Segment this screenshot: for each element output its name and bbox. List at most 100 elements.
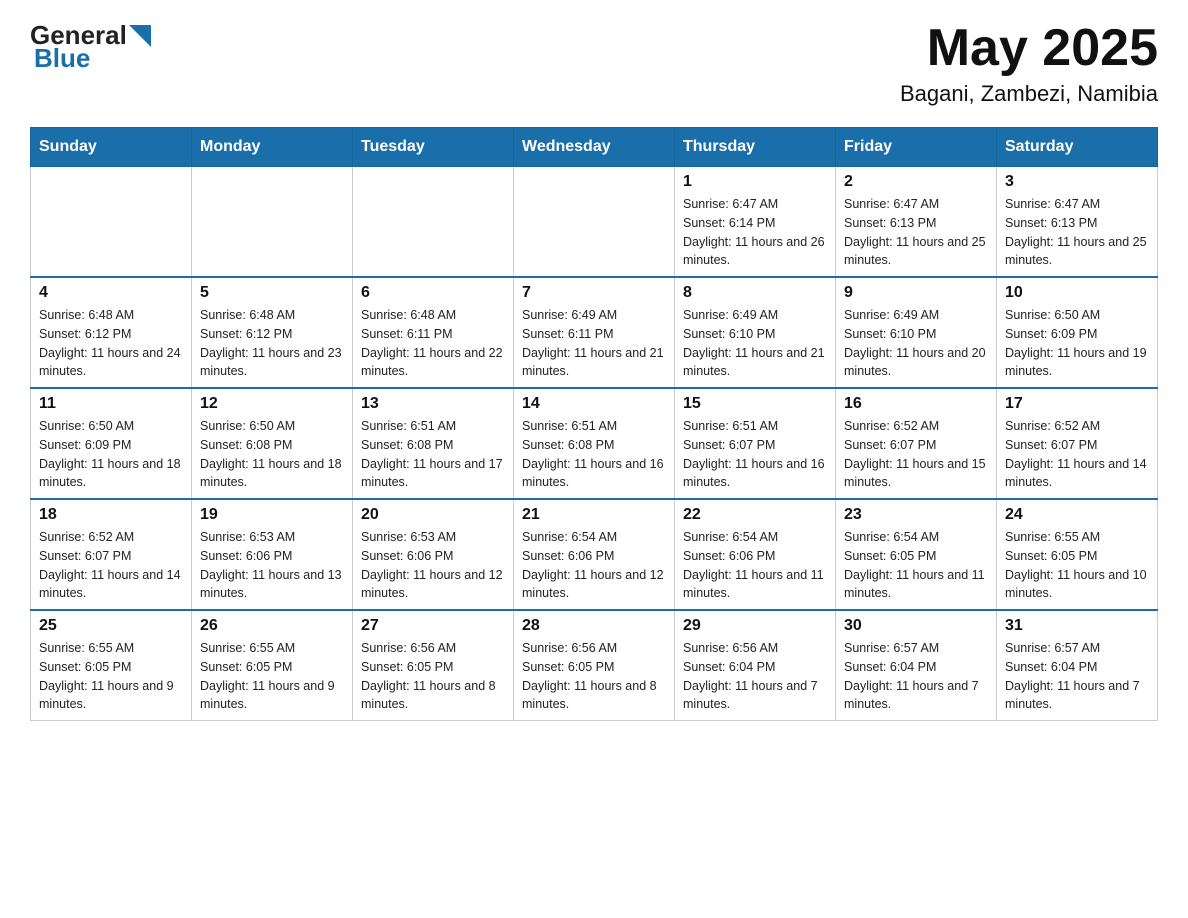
day-number: 29 bbox=[683, 617, 827, 635]
day-info: Sunrise: 6:56 AMSunset: 6:05 PMDaylight:… bbox=[522, 639, 666, 714]
day-info: Sunrise: 6:56 AMSunset: 6:04 PMDaylight:… bbox=[683, 639, 827, 714]
calendar-cell bbox=[192, 167, 353, 278]
weekday-header-friday: Friday bbox=[836, 128, 997, 167]
weekday-header-saturday: Saturday bbox=[997, 128, 1158, 167]
calendar-week-row: 11 Sunrise: 6:50 AMSunset: 6:09 PMDayligh… bbox=[31, 388, 1158, 499]
calendar-cell: 16 Sunrise: 6:52 AMSunset: 6:07 PMDayligh… bbox=[836, 388, 997, 499]
day-info: Sunrise: 6:47 AMSunset: 6:13 PMDaylight:… bbox=[844, 195, 988, 270]
weekday-header-wednesday: Wednesday bbox=[514, 128, 675, 167]
day-number: 2 bbox=[844, 173, 988, 191]
calendar-cell: 9Sunrise: 6:49 AMSunset: 6:10 PMDaylight… bbox=[836, 277, 997, 388]
day-number: 11 bbox=[39, 395, 183, 413]
calendar-cell: 18 Sunrise: 6:52 AMSunset: 6:07 PMDayligh… bbox=[31, 499, 192, 610]
location-title: Bagani, Zambezi, Namibia bbox=[900, 81, 1158, 107]
calendar-cell: 12 Sunrise: 6:50 AMSunset: 6:08 PMDayligh… bbox=[192, 388, 353, 499]
day-info: Sunrise: 6:49 AMSunset: 6:11 PMDaylight:… bbox=[522, 306, 666, 381]
calendar-cell: 26 Sunrise: 6:55 AMSunset: 6:05 PMDayligh… bbox=[192, 610, 353, 721]
day-info: Sunrise: 6:48 AMSunset: 6:11 PMDaylight:… bbox=[361, 306, 505, 381]
day-info: Sunrise: 6:52 AMSunset: 6:07 PMDaylight:… bbox=[39, 528, 183, 603]
calendar-cell: 31 Sunrise: 6:57 AMSunset: 6:04 PMDayligh… bbox=[997, 610, 1158, 721]
day-number: 7 bbox=[522, 284, 666, 302]
day-number: 31 bbox=[1005, 617, 1149, 635]
day-info: Sunrise: 6:55 AMSunset: 6:05 PMDaylight:… bbox=[1005, 528, 1149, 603]
day-number: 19 bbox=[200, 506, 344, 524]
day-number: 25 bbox=[39, 617, 183, 635]
day-number: 12 bbox=[200, 395, 344, 413]
day-number: 20 bbox=[361, 506, 505, 524]
day-number: 9 bbox=[844, 284, 988, 302]
calendar-cell: 28 Sunrise: 6:56 AMSunset: 6:05 PMDayligh… bbox=[514, 610, 675, 721]
logo: General Blue bbox=[30, 20, 151, 74]
day-number: 14 bbox=[522, 395, 666, 413]
calendar-cell: 6 Sunrise: 6:48 AMSunset: 6:11 PMDaylight… bbox=[353, 277, 514, 388]
calendar-cell: 22Sunrise: 6:54 AMSunset: 6:06 PMDayligh… bbox=[675, 499, 836, 610]
day-number: 5 bbox=[200, 284, 344, 302]
day-info: Sunrise: 6:50 AMSunset: 6:09 PMDaylight:… bbox=[1005, 306, 1149, 381]
calendar-week-row: 1 Sunrise: 6:47 AMSunset: 6:14 PMDaylight… bbox=[31, 167, 1158, 278]
day-info: Sunrise: 6:53 AMSunset: 6:06 PMDaylight:… bbox=[361, 528, 505, 603]
calendar-cell: 20 Sunrise: 6:53 AMSunset: 6:06 PMDayligh… bbox=[353, 499, 514, 610]
calendar-cell: 17 Sunrise: 6:52 AMSunset: 6:07 PMDayligh… bbox=[997, 388, 1158, 499]
calendar-cell: 29 Sunrise: 6:56 AMSunset: 6:04 PMDayligh… bbox=[675, 610, 836, 721]
day-info: Sunrise: 6:50 AMSunset: 6:08 PMDaylight:… bbox=[200, 417, 344, 492]
day-number: 17 bbox=[1005, 395, 1149, 413]
calendar-cell: 25 Sunrise: 6:55 AMSunset: 6:05 PMDayligh… bbox=[31, 610, 192, 721]
weekday-header-thursday: Thursday bbox=[675, 128, 836, 167]
day-info: Sunrise: 6:52 AMSunset: 6:07 PMDaylight:… bbox=[844, 417, 988, 492]
day-number: 4 bbox=[39, 284, 183, 302]
day-number: 27 bbox=[361, 617, 505, 635]
weekday-header-sunday: Sunday bbox=[31, 128, 192, 167]
day-info: Sunrise: 6:52 AMSunset: 6:07 PMDaylight:… bbox=[1005, 417, 1149, 492]
day-info: Sunrise: 6:50 AMSunset: 6:09 PMDaylight:… bbox=[39, 417, 183, 492]
weekday-header-tuesday: Tuesday bbox=[353, 128, 514, 167]
day-number: 28 bbox=[522, 617, 666, 635]
calendar-header-row: SundayMondayTuesdayWednesdayThursdayFrid… bbox=[31, 128, 1158, 167]
calendar-cell: 30Sunrise: 6:57 AMSunset: 6:04 PMDayligh… bbox=[836, 610, 997, 721]
day-number: 15 bbox=[683, 395, 827, 413]
day-number: 24 bbox=[1005, 506, 1149, 524]
day-number: 10 bbox=[1005, 284, 1149, 302]
calendar-table: SundayMondayTuesdayWednesdayThursdayFrid… bbox=[30, 127, 1158, 721]
day-info: Sunrise: 6:55 AMSunset: 6:05 PMDaylight:… bbox=[200, 639, 344, 714]
day-info: Sunrise: 6:57 AMSunset: 6:04 PMDaylight:… bbox=[1005, 639, 1149, 714]
calendar-cell: 10 Sunrise: 6:50 AMSunset: 6:09 PMDayligh… bbox=[997, 277, 1158, 388]
day-number: 8 bbox=[683, 284, 827, 302]
calendar-week-row: 4 Sunrise: 6:48 AMSunset: 6:12 PMDaylight… bbox=[31, 277, 1158, 388]
day-info: Sunrise: 6:47 AMSunset: 6:14 PMDaylight:… bbox=[683, 195, 827, 270]
day-info: Sunrise: 6:48 AMSunset: 6:12 PMDaylight:… bbox=[200, 306, 344, 381]
day-info: Sunrise: 6:51 AMSunset: 6:08 PMDaylight:… bbox=[361, 417, 505, 492]
day-info: Sunrise: 6:53 AMSunset: 6:06 PMDaylight:… bbox=[200, 528, 344, 603]
day-info: Sunrise: 6:54 AMSunset: 6:06 PMDaylight:… bbox=[522, 528, 666, 603]
day-number: 1 bbox=[683, 173, 827, 191]
calendar-cell: 5 Sunrise: 6:48 AMSunset: 6:12 PMDaylight… bbox=[192, 277, 353, 388]
day-number: 18 bbox=[39, 506, 183, 524]
calendar-cell bbox=[353, 167, 514, 278]
calendar-cell bbox=[31, 167, 192, 278]
day-number: 23 bbox=[844, 506, 988, 524]
day-number: 13 bbox=[361, 395, 505, 413]
day-info: Sunrise: 6:54 AMSunset: 6:05 PMDaylight:… bbox=[844, 528, 988, 603]
calendar-cell: 2 Sunrise: 6:47 AMSunset: 6:13 PMDaylight… bbox=[836, 167, 997, 278]
day-info: Sunrise: 6:48 AMSunset: 6:12 PMDaylight:… bbox=[39, 306, 183, 381]
calendar-cell: 23 Sunrise: 6:54 AMSunset: 6:05 PMDayligh… bbox=[836, 499, 997, 610]
day-number: 26 bbox=[200, 617, 344, 635]
calendar-cell: 3Sunrise: 6:47 AMSunset: 6:13 PMDaylight… bbox=[997, 167, 1158, 278]
calendar-cell: 8 Sunrise: 6:49 AMSunset: 6:10 PMDaylight… bbox=[675, 277, 836, 388]
calendar-week-row: 18 Sunrise: 6:52 AMSunset: 6:07 PMDayligh… bbox=[31, 499, 1158, 610]
calendar-cell bbox=[514, 167, 675, 278]
day-number: 3 bbox=[1005, 173, 1149, 191]
day-info: Sunrise: 6:49 AMSunset: 6:10 PMDaylight:… bbox=[683, 306, 827, 381]
day-number: 21 bbox=[522, 506, 666, 524]
day-info: Sunrise: 6:55 AMSunset: 6:05 PMDaylight:… bbox=[39, 639, 183, 714]
day-info: Sunrise: 6:51 AMSunset: 6:07 PMDaylight:… bbox=[683, 417, 827, 492]
calendar-cell: 15 Sunrise: 6:51 AMSunset: 6:07 PMDayligh… bbox=[675, 388, 836, 499]
logo-blue: Blue bbox=[34, 43, 90, 74]
day-info: Sunrise: 6:57 AMSunset: 6:04 PMDaylight:… bbox=[844, 639, 988, 714]
calendar-cell: 11 Sunrise: 6:50 AMSunset: 6:09 PMDayligh… bbox=[31, 388, 192, 499]
month-title: May 2025 bbox=[900, 20, 1158, 77]
day-number: 16 bbox=[844, 395, 988, 413]
title-block: May 2025 Bagani, Zambezi, Namibia bbox=[900, 20, 1158, 107]
calendar-cell: 1 Sunrise: 6:47 AMSunset: 6:14 PMDaylight… bbox=[675, 167, 836, 278]
day-number: 6 bbox=[361, 284, 505, 302]
calendar-cell: 4 Sunrise: 6:48 AMSunset: 6:12 PMDaylight… bbox=[31, 277, 192, 388]
